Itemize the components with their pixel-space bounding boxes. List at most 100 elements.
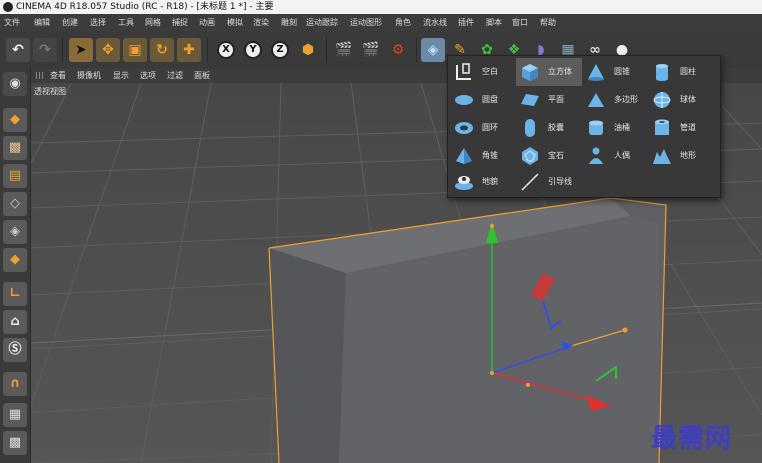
primitive-guide[interactable]: 引导线 [516, 168, 582, 196]
figure-icon [589, 147, 603, 164]
texture-mode-button[interactable]: ▩ [3, 136, 27, 160]
menu-help[interactable]: 帮助 [540, 14, 556, 31]
cursor-icon: ➤ [75, 42, 87, 58]
viewport-menu-options[interactable]: 选项 [140, 68, 156, 83]
drag-handle-icon[interactable] [36, 72, 44, 79]
primitive-landscape[interactable]: 地形 [648, 142, 714, 170]
viewport-menu-panel[interactable]: 面板 [194, 68, 210, 83]
render-settings-button[interactable]: ⚙ [386, 38, 410, 62]
move-tool-button[interactable]: ✥ [96, 38, 120, 62]
x-axis-icon: X [217, 41, 235, 59]
scale-icon: ▣ [128, 42, 142, 58]
menu-snap[interactable]: 捕捉 [172, 14, 188, 31]
scale-tool-button[interactable]: ▣ [123, 38, 147, 62]
primitive-oil-tank[interactable]: 油桶 [582, 114, 648, 142]
viewport-menu-filter[interactable]: 过滤 [167, 68, 183, 83]
render-settings-icon: ⚙ [391, 42, 405, 58]
render-picture-button[interactable]: 🎬 [359, 38, 383, 62]
toolbar-separator [207, 37, 208, 63]
soft-selection-icon: ▦ [8, 407, 22, 422]
snap-button[interactable]: Ⓢ [3, 338, 27, 362]
primitive-cylinder[interactable]: 圆柱 [648, 58, 714, 86]
menu-character[interactable]: 角色 [395, 14, 411, 31]
menu-motion-tracking[interactable]: 运动跟踪 [306, 14, 338, 31]
primitive-null[interactable]: 空白 [450, 58, 516, 86]
primitive-cube[interactable]: 立方体 [516, 58, 582, 86]
magnet-button[interactable]: ∩ [3, 372, 27, 396]
menu-tools[interactable]: 工具 [118, 14, 134, 31]
menu-file[interactable]: 文件 [4, 14, 20, 31]
add-tool-button[interactable]: ✚ [177, 38, 201, 62]
primitive-polygon[interactable]: 多边形 [582, 86, 648, 114]
primitive-capsule[interactable]: 胶囊 [516, 114, 582, 142]
cube-primitive-button[interactable]: ◈ [421, 38, 445, 62]
primitive-plane[interactable]: 平面 [516, 86, 582, 114]
primitive-relief[interactable]: 地貌 [450, 168, 516, 196]
primitive-pyramid[interactable]: 角锥 [450, 142, 516, 170]
primitive-tube[interactable]: 管道 [648, 114, 714, 142]
z-axis-icon: Z [271, 41, 289, 59]
toolbar-separator [326, 37, 327, 63]
title-bar: CINEMA 4D R18.057 Studio (RC - R18) - [未… [0, 0, 762, 14]
sphere-icon [653, 92, 671, 108]
z-axis-lock-button[interactable]: Z [268, 38, 292, 62]
primitive-label: 多边形 [614, 95, 638, 104]
workplane-button[interactable]: ▤ [3, 164, 27, 188]
menu-sculpt[interactable]: 雕刻 [281, 14, 297, 31]
render-view-button[interactable]: 🎬 [332, 38, 356, 62]
menu-edit[interactable]: 编辑 [34, 14, 50, 31]
viewport-label: 透视视图 [34, 87, 66, 96]
tweak-mode-button[interactable]: ⌂ [3, 310, 27, 334]
coordinate-system-button[interactable]: ⬢ [296, 38, 320, 62]
points-mode-button[interactable]: ◇ [3, 192, 27, 216]
plane-icon [521, 94, 539, 106]
menu-mesh[interactable]: 网格 [145, 14, 161, 31]
lock-button[interactable]: ▩ [3, 431, 27, 455]
viewport-menu-view[interactable]: 查看 [50, 68, 66, 83]
primitive-platonic[interactable]: 宝石 [516, 142, 582, 170]
cone-icon [588, 64, 604, 81]
model-mode-button[interactable]: ◆ [3, 108, 27, 132]
primitive-label: 圆盘 [482, 95, 498, 104]
rotate-tool-button[interactable]: ↻ [150, 38, 174, 62]
menu-create[interactable]: 创建 [62, 14, 78, 31]
primitive-cone[interactable]: 圆锥 [582, 58, 648, 86]
primitive-label: 管道 [680, 123, 696, 132]
coordinate-system-icon: ⬢ [301, 42, 315, 58]
platonic-icon [522, 147, 538, 165]
menu-plugins[interactable]: 插件 [458, 14, 474, 31]
cube-icon [522, 64, 538, 81]
redo-button[interactable]: ↷ [33, 38, 57, 62]
polygons-mode-button[interactable]: ◆ [3, 248, 27, 272]
menu-animate[interactable]: 动画 [199, 14, 215, 31]
soft-selection-button[interactable]: ▦ [3, 403, 27, 427]
primitive-label: 地形 [680, 151, 696, 160]
points-mode-icon: ◇ [10, 196, 20, 211]
primitive-label: 球体 [680, 95, 696, 104]
primitive-sphere[interactable]: 球体 [648, 86, 714, 114]
undo-button[interactable]: ↶ [6, 38, 30, 62]
primitive-figure[interactable]: 人偶 [582, 142, 648, 170]
menu-window[interactable]: 窗口 [512, 14, 528, 31]
guide-icon [521, 173, 539, 191]
viewport-menu-cameras[interactable]: 摄像机 [77, 68, 101, 83]
menu-pipeline[interactable]: 流水线 [423, 14, 447, 31]
select-tool-button[interactable]: ➤ [69, 38, 93, 62]
menu-render[interactable]: 渲染 [253, 14, 269, 31]
menu-mograph[interactable]: 运动图形 [350, 14, 382, 31]
primitive-label: 平面 [548, 95, 564, 104]
primitive-torus[interactable]: 圆环 [450, 114, 516, 142]
primitive-disc[interactable]: 圆盘 [450, 86, 516, 114]
cinema4d-logo-icon [3, 2, 13, 12]
y-axis-lock-button[interactable]: Y [241, 38, 265, 62]
menu-simulate[interactable]: 模拟 [227, 14, 243, 31]
menu-bar: 文件 编辑 创建 选择 工具 网格 捕捉 动画 模拟 渲染 雕刻 运动跟踪 运动… [0, 14, 762, 31]
menu-select[interactable]: 选择 [90, 14, 106, 31]
x-axis-lock-button[interactable]: X [214, 38, 238, 62]
viewport-menu-display[interactable]: 显示 [113, 68, 129, 83]
tube-icon [655, 119, 669, 135]
make-editable-button[interactable]: ◉ [3, 72, 27, 96]
edges-mode-button[interactable]: ◈ [3, 220, 27, 244]
axis-mode-button[interactable]: ∟ [3, 282, 27, 306]
menu-script[interactable]: 脚本 [486, 14, 502, 31]
